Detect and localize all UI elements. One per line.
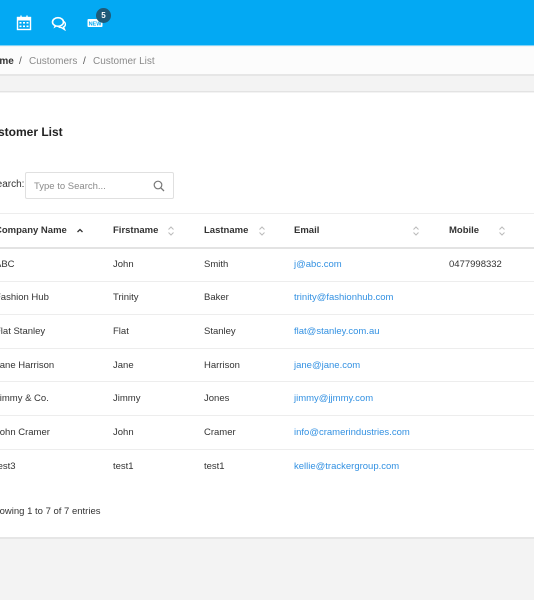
mobile-cell bbox=[449, 415, 534, 449]
page-title: Customer List bbox=[0, 125, 63, 139]
mobile-cell bbox=[449, 382, 534, 416]
table-row[interactable]: Flat Stanley Flat Stanley flat@stanley.c… bbox=[0, 315, 534, 349]
company-cell: Fashion Hub bbox=[0, 292, 49, 304]
sort-icon[interactable] bbox=[412, 225, 420, 237]
lastname-cell: Jones bbox=[204, 393, 230, 405]
email-link[interactable]: trinity@fashionhub.com bbox=[294, 292, 393, 303]
table-info: Showing 1 to 7 of 7 entries bbox=[0, 506, 101, 517]
lastname-cell: Cramer bbox=[204, 426, 236, 438]
top-navbar: NEW 5 bbox=[0, 0, 534, 46]
firstname-cell: Trinity bbox=[113, 292, 139, 304]
email-link[interactable]: jimmy@jjmmy.com bbox=[294, 393, 373, 404]
mobile-cell: 0477998332 bbox=[449, 259, 502, 271]
breadcrumb-separator: / bbox=[83, 56, 86, 67]
search-label: Search: bbox=[0, 179, 25, 190]
company-cell: Flat Stanley bbox=[0, 325, 46, 337]
mobile-cell bbox=[449, 348, 534, 382]
firstname-cell: test1 bbox=[113, 460, 134, 472]
firstname-cell: John bbox=[113, 426, 134, 438]
column-label: Email bbox=[294, 224, 320, 236]
breadcrumb-customers[interactable]: Customers bbox=[29, 47, 77, 76]
email-link[interactable]: j@abc.com bbox=[294, 259, 342, 270]
lastname-cell: Stanley bbox=[204, 325, 236, 337]
column-label: Company Name bbox=[0, 224, 67, 236]
mobile-cell bbox=[449, 281, 534, 315]
search-icon[interactable] bbox=[153, 180, 165, 192]
company-cell: ABC bbox=[0, 259, 15, 271]
column-label: Lastname bbox=[204, 224, 249, 236]
table-row[interactable]: John Cramer John Cramer info@cramerindus… bbox=[0, 415, 534, 450]
mobile-cell bbox=[449, 449, 534, 483]
column-header-firstname[interactable]: Firstname bbox=[113, 214, 204, 248]
lastname-cell: Harrison bbox=[204, 359, 240, 371]
company-cell: test3 bbox=[0, 460, 16, 472]
lastname-cell: Smith bbox=[204, 259, 229, 271]
sort-icon[interactable] bbox=[498, 225, 506, 237]
breadcrumb-home[interactable]: Home bbox=[0, 47, 14, 76]
email-link[interactable]: flat@stanley.com.au bbox=[294, 326, 380, 337]
sort-icon[interactable] bbox=[258, 225, 266, 237]
email-link[interactable]: info@cramerindustries.com bbox=[294, 427, 410, 438]
email-link[interactable]: jane@jane.com bbox=[294, 360, 360, 371]
email-link[interactable]: kellie@trackergroup.com bbox=[294, 461, 399, 472]
column-header-mobile[interactable]: Mobile bbox=[449, 214, 534, 248]
table-row[interactable]: Jimmy & Co. Jimmy Jones jimmy@jjmmy.com bbox=[0, 382, 534, 416]
company-cell: Jimmy & Co. bbox=[0, 393, 49, 405]
table-row[interactable]: Jane Harrison Jane Harrison jane@jane.co… bbox=[0, 348, 534, 382]
customers-table: Company Name Firstname Lastname Email Mo… bbox=[0, 213, 534, 483]
column-header-company[interactable]: Company Name bbox=[0, 214, 113, 248]
column-header-email[interactable]: Email bbox=[294, 214, 449, 248]
table-row[interactable]: test3 test1 test1 kellie@trackergroup.co… bbox=[0, 449, 534, 483]
firstname-cell: Jimmy bbox=[113, 393, 141, 405]
sort-ascending-icon[interactable] bbox=[76, 225, 84, 237]
lastname-cell: test1 bbox=[204, 460, 225, 472]
page-spacer bbox=[0, 76, 534, 92]
table-header-row: Company Name Firstname Lastname Email Mo… bbox=[0, 213, 534, 248]
column-header-lastname[interactable]: Lastname bbox=[204, 214, 294, 248]
company-cell: Jane Harrison bbox=[0, 359, 55, 371]
table-row[interactable]: ABC John Smith j@abc.com 0477998332 bbox=[0, 248, 534, 282]
customer-list-card: Customer List Search: Company Name First… bbox=[0, 93, 534, 539]
lastname-cell: Baker bbox=[204, 292, 229, 304]
table-row[interactable]: Fashion Hub Trinity Baker trinity@fashio… bbox=[0, 281, 534, 315]
sort-icon[interactable] bbox=[167, 225, 175, 237]
notification-badge: 5 bbox=[96, 8, 111, 23]
search-field bbox=[25, 172, 174, 199]
breadcrumb-separator: / bbox=[19, 56, 22, 67]
breadcrumb: Home / Customers / Customer List bbox=[0, 47, 534, 76]
mobile-cell bbox=[449, 315, 534, 349]
search-input[interactable] bbox=[34, 178, 149, 194]
column-label: Firstname bbox=[113, 224, 159, 236]
column-label: Mobile bbox=[449, 224, 480, 236]
firstname-cell: Flat bbox=[113, 325, 129, 337]
breadcrumb-current: Customer List bbox=[93, 56, 155, 67]
company-cell: John Cramer bbox=[0, 426, 50, 438]
chat-icon[interactable] bbox=[51, 15, 67, 31]
firstname-cell: John bbox=[113, 259, 134, 271]
calendar-icon[interactable] bbox=[16, 15, 32, 31]
firstname-cell: Jane bbox=[113, 359, 134, 371]
